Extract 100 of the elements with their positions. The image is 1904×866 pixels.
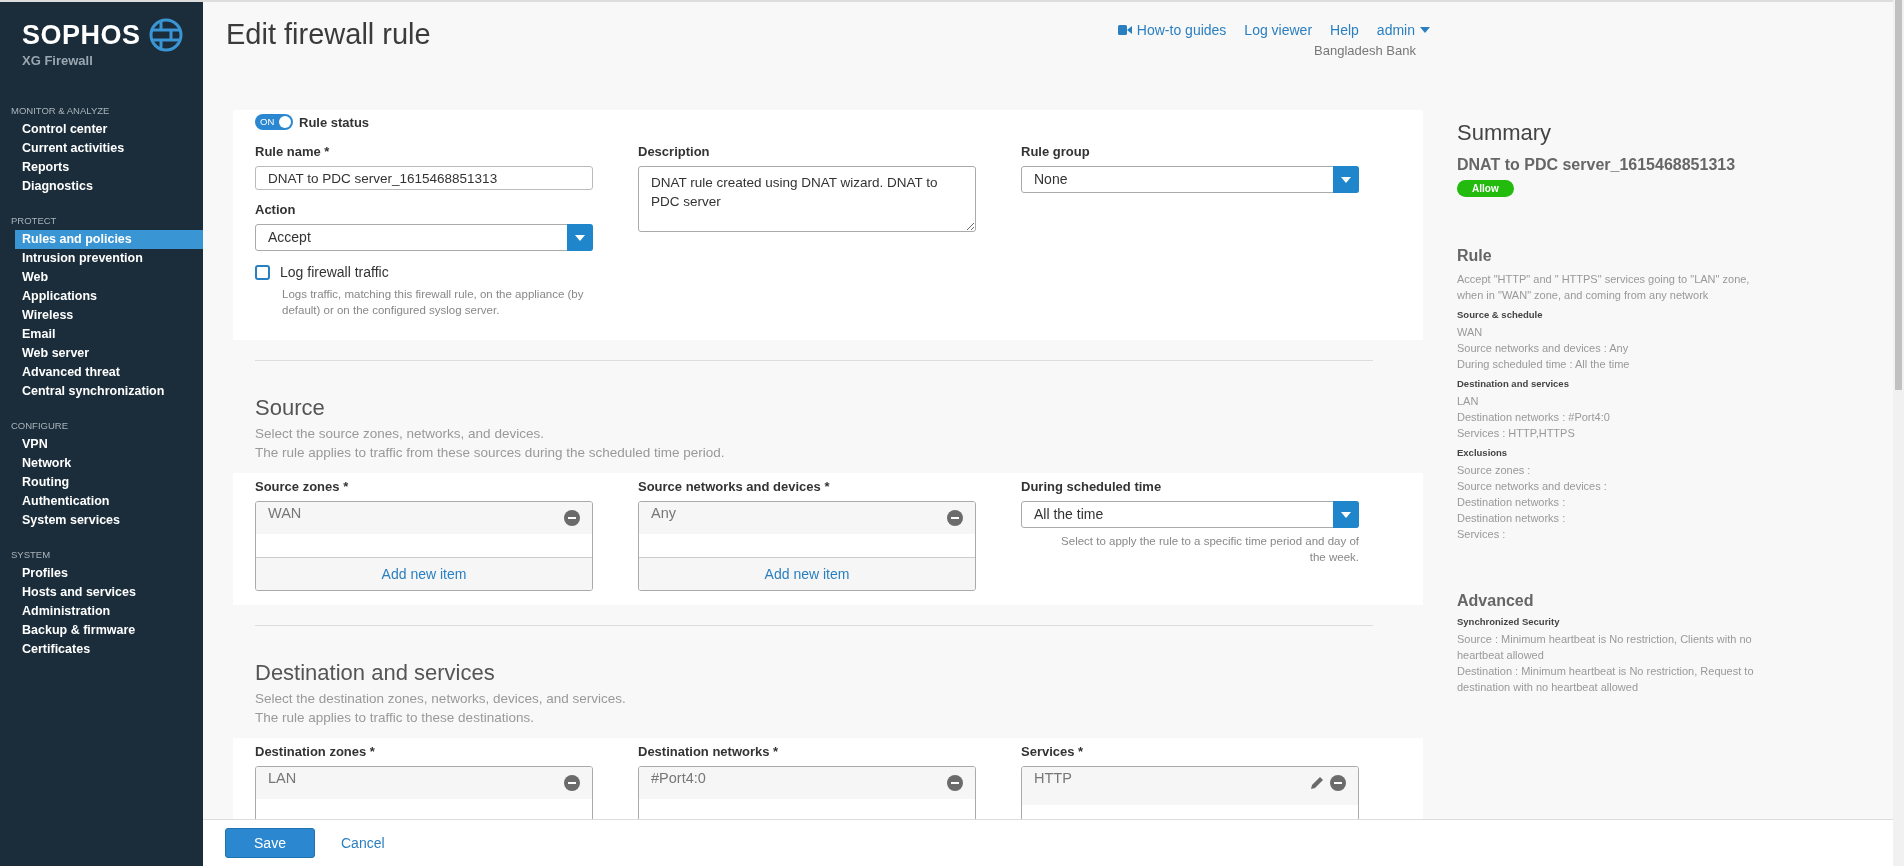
sidebar-item[interactable]: Intrusion prevention <box>15 249 203 268</box>
field-label: Rule name * <box>255 144 331 159</box>
section-description: Select the source zones, networks, and devices. <box>255 425 545 443</box>
page-title: Edit firewall rule <box>226 18 431 52</box>
section-title: Source <box>255 395 326 421</box>
sidebar-item[interactable]: Email <box>15 325 203 344</box>
sidebar-item[interactable]: Current activities <box>15 139 203 158</box>
summary-text: Source : Minimum heartbeat is No restriction, Clients with no heartbeat allowed <box>1457 632 1753 663</box>
organization-name: Bangladesh Bank <box>1313 43 1416 58</box>
remove-icon <box>564 775 580 791</box>
remove-icon <box>1330 775 1346 791</box>
nav-section-title: MONITOR & ANALYZE <box>10 104 111 118</box>
checkbox[interactable] <box>255 264 270 280</box>
summary-text: LAN <box>1457 394 1480 409</box>
video-camera-icon <box>1117 25 1132 35</box>
sidebar-item[interactable]: Authentication <box>15 492 203 511</box>
checkbox-label: Log firewall traffic <box>280 264 389 280</box>
save-button[interactable]: Save <box>225 828 315 858</box>
sidebar-item[interactable]: Routing <box>15 473 203 492</box>
sidebar-item[interactable]: Web <box>15 268 203 287</box>
sidebar-item[interactable]: Advanced threat <box>15 363 203 382</box>
pencil-icon <box>1309 775 1325 791</box>
sidebar-item[interactable]: Applications <box>15 287 203 306</box>
header-link[interactable]: How-to guides <box>1117 22 1227 38</box>
field-label: Destination zones * <box>255 744 376 759</box>
section-description: The rule applies to traffic from these sources during the scheduled time period. <box>255 444 726 462</box>
sidebar-item[interactable]: Control center <box>15 120 203 139</box>
list-item[interactable]: #Port4:0 <box>639 767 975 799</box>
summary-text: During scheduled time : All the time <box>1457 357 1631 372</box>
remove-icon <box>947 775 963 791</box>
brand-logo-text: SOPHOS <box>22 19 141 51</box>
sidebar-item[interactable]: System services <box>15 511 203 530</box>
summary-subheading: Exclusions <box>1457 447 1509 458</box>
sidebar-item[interactable]: Reports <box>15 158 203 177</box>
field-label: Action <box>255 202 297 217</box>
cancel-link[interactable]: Cancel <box>331 835 395 851</box>
header-link[interactable]: admin <box>1376 22 1430 38</box>
sidebar-item[interactable]: VPN <box>15 435 203 454</box>
sidebar-item[interactable]: Web server <box>15 344 203 363</box>
description-field[interactable]: DNAT rule created using DNAT wizard. DNAT to PDC server <box>638 166 976 232</box>
summary-text: Source networks and devices : Any <box>1457 341 1630 356</box>
sidebar-item[interactable]: Central synchronization <box>15 382 203 401</box>
sidebar-item[interactable]: Profiles <box>15 564 203 583</box>
list-item[interactable]: HTTP <box>1022 767 1358 805</box>
remove-icon <box>947 510 963 526</box>
schedule-select[interactable]: All the time <box>1021 501 1359 528</box>
section-description: Select the destination zones, networks, devices, and services. <box>255 690 627 708</box>
nav-section-title: CONFIGURE <box>10 419 69 433</box>
summary-heading: Rule <box>1457 247 1493 265</box>
sidebar-item[interactable]: Certificates <box>15 640 203 659</box>
field-label: During scheduled time <box>1021 479 1163 494</box>
caret-icon <box>1341 511 1351 518</box>
toggle-label: Rule status <box>299 114 370 130</box>
summary-subheading: Source & schedule <box>1457 309 1544 320</box>
summary-text: Services : <box>1457 527 1507 542</box>
summary-text: Source networks and devices : <box>1457 479 1608 494</box>
summary-subheading: Destination and services <box>1457 378 1570 389</box>
sidebar-item[interactable]: Network <box>15 454 203 473</box>
nav-section-title: SYSTEM <box>10 548 52 562</box>
dropdown-button[interactable] <box>567 224 593 251</box>
remove-icon <box>564 510 580 526</box>
add-item-link[interactable]: Add new item <box>639 557 975 590</box>
rule-name-field[interactable]: DNAT to PDC server_1615468851313 <box>255 166 593 190</box>
add-item-link[interactable]: Add new item <box>256 557 592 590</box>
sidebar-item[interactable]: Administration <box>15 602 203 621</box>
sidebar-item[interactable]: Diagnostics <box>15 177 203 196</box>
summary-text: Destination networks : <box>1457 495 1567 510</box>
dropdown-button[interactable] <box>1333 501 1359 528</box>
rule-group-select[interactable]: None <box>1021 166 1359 193</box>
caret-icon <box>575 234 585 241</box>
header-link[interactable]: Log viewer <box>1244 22 1313 38</box>
help-text: Logs traffic, matching this firewall rule, on the appliance (by default) or on the configured syslog server. <box>282 287 585 318</box>
field-label: Source networks and devices * <box>638 479 831 494</box>
field-label: Source zones * <box>255 479 350 494</box>
summary-text: WAN <box>1457 325 1484 340</box>
list-item[interactable]: LAN <box>256 767 592 799</box>
sidebar-item[interactable]: Wireless <box>15 306 203 325</box>
sidebar-item[interactable]: Hosts and services <box>15 583 203 602</box>
field-label: Services * <box>1021 744 1085 759</box>
help-text: Select to apply the rule to a specific time period and day of the week. <box>1060 534 1359 565</box>
caret-icon <box>1420 27 1430 33</box>
list-item[interactable]: WAN <box>256 502 592 534</box>
toggle-switch[interactable]: ON <box>255 114 293 130</box>
summary-text: Destination networks : <box>1457 511 1567 526</box>
header-link[interactable]: Help <box>1330 22 1359 38</box>
globe-icon <box>148 18 183 52</box>
scrollbar-thumb[interactable] <box>1895 0 1902 390</box>
section-title: Destination and services <box>255 660 496 686</box>
rule-name: DNAT to PDC server_1615468851313 <box>1457 156 1737 174</box>
action-select[interactable]: Accept <box>255 224 593 251</box>
scrollbar[interactable] <box>1893 0 1904 866</box>
nav-section-title: PROTECT <box>10 214 58 228</box>
summary-text: Accept "HTTP" and " HTTPS" services going to "LAN" zone, when in "WAN" zone, and coming from any network <box>1457 272 1751 303</box>
summary-text: Source zones : <box>1457 463 1532 478</box>
field-label: Destination networks * <box>638 744 780 759</box>
summary-subheading: Synchronized Security <box>1457 616 1561 627</box>
list-item[interactable]: Any <box>639 502 975 534</box>
sidebar-item[interactable]: Backup & firmware <box>15 621 203 640</box>
dropdown-button[interactable] <box>1333 166 1359 193</box>
summary-title: Summary <box>1457 120 1553 146</box>
